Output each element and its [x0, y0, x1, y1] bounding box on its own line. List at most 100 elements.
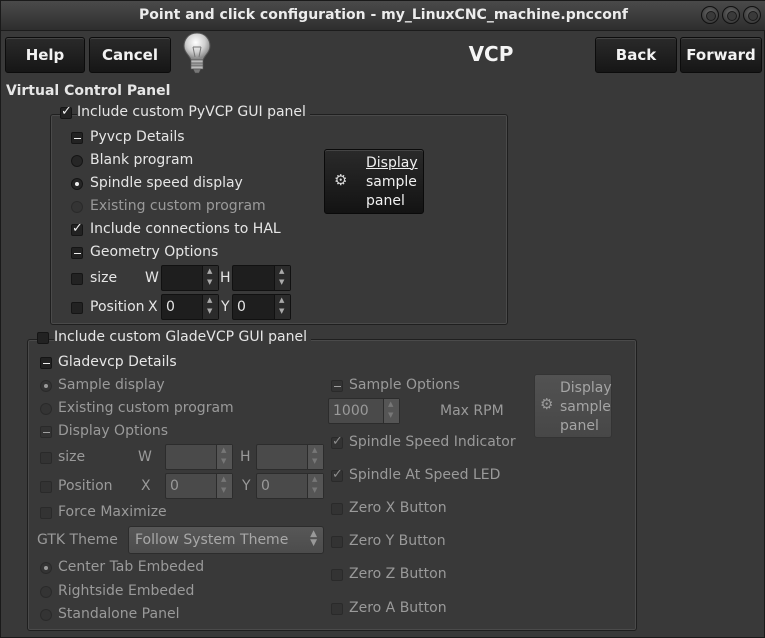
pyvcp-display-sample-button[interactable]: ⚙ Display sample panel [324, 149, 424, 214]
pyvcp-details-label: Pyvcp Details [90, 129, 185, 145]
existing-custom-program-label: Existing custom program [90, 198, 266, 214]
sample-display-label: Sample display [58, 377, 165, 393]
standalone-panel-label: Standalone Panel [58, 606, 180, 622]
pyvcp-size-checkbox[interactable] [71, 273, 83, 285]
include-connections-checkbox[interactable] [71, 221, 83, 236]
glade-x-spinner[interactable]: 0 [165, 473, 233, 499]
back-button[interactable]: Back [595, 37, 677, 73]
force-maximize-label: Force Maximize [58, 504, 167, 520]
glade-x-label: X [141, 478, 151, 494]
include-gladevcp-checkbox[interactable] [37, 332, 49, 344]
spinner-arrows-icon[interactable] [274, 266, 290, 290]
gladevcp-details-label: Gladevcp Details [58, 354, 177, 370]
main-window: Point and click configuration - my_Linux… [0, 0, 765, 638]
pyvcp-display-line1: Display [366, 155, 418, 171]
zero-z-label: Zero Z Button [349, 566, 447, 582]
sample-display-radio[interactable] [40, 380, 52, 392]
pyvcp-position-label: Position [90, 299, 145, 315]
pyvcp-display-line2: sample [366, 174, 417, 190]
spindle-speed-indicator-checkbox[interactable] [331, 434, 343, 449]
spinner-arrows-icon[interactable] [307, 445, 323, 469]
title-bar[interactable]: Point and click configuration - my_Linux… [1, 1, 765, 31]
glade-x-value: 0 [170, 478, 179, 494]
spinner-arrows-icon[interactable] [383, 399, 399, 423]
gtk-theme-value: Follow System Theme [135, 532, 289, 548]
include-gladevcp-label: Include custom GladeVCP GUI panel [54, 329, 311, 345]
glade-display-sample-button[interactable]: ⚙ Display sample panel [534, 374, 612, 438]
glade-y-value: 0 [261, 478, 270, 494]
glade-position-checkbox[interactable] [40, 481, 52, 493]
zero-a-checkbox[interactable] [331, 603, 343, 615]
max-rpm-label: Max RPM [440, 403, 504, 419]
gears-icon: ⚙ [334, 171, 348, 189]
rightside-embeded-radio[interactable] [40, 586, 52, 598]
pyvcp-y-value: 0 [237, 299, 246, 315]
glade-height-spinner[interactable] [256, 444, 324, 470]
spindle-speed-display-label: Spindle speed display [90, 175, 243, 191]
glade-position-label: Position [58, 478, 113, 494]
pyvcp-x-value: 0 [166, 299, 175, 315]
force-maximize-checkbox[interactable] [40, 507, 52, 519]
pyvcp-position-checkbox[interactable] [71, 302, 83, 314]
spindle-at-speed-led-checkbox[interactable] [331, 467, 343, 482]
gladevcp-details-expander[interactable] [40, 357, 52, 369]
glade-width-spinner[interactable] [165, 444, 233, 470]
pyvcp-x-spinner[interactable]: 0 [161, 294, 219, 320]
spinner-arrows-icon[interactable] [202, 295, 218, 319]
pyvcp-height-spinner[interactable] [232, 265, 291, 291]
glade-existing-program-radio[interactable] [40, 403, 52, 415]
zero-z-checkbox[interactable] [331, 569, 343, 581]
sample-options-expander[interactable] [331, 380, 343, 392]
sample-options-label: Sample Options [349, 377, 460, 393]
spindle-speed-indicator-label: Spindle Speed Indicator [349, 434, 516, 450]
glade-h-label: H [240, 449, 251, 465]
display-options-label: Display Options [58, 423, 169, 439]
pyvcp-details-expander[interactable] [71, 132, 83, 144]
forward-button[interactable]: Forward [680, 37, 762, 73]
pyvcp-y-spinner[interactable]: 0 [232, 294, 291, 320]
lightbulb-icon [183, 32, 211, 74]
include-pyvcp-checkbox[interactable] [60, 104, 72, 119]
existing-custom-program-radio[interactable] [71, 201, 83, 213]
geometry-options-label: Geometry Options [90, 244, 219, 260]
spinner-arrows-icon[interactable] [216, 445, 232, 469]
zero-y-checkbox[interactable] [331, 536, 343, 548]
pyvcp-width-spinner[interactable] [161, 265, 219, 291]
spinner-arrows-icon[interactable] [274, 295, 290, 319]
cancel-button[interactable]: Cancel [89, 37, 171, 73]
spindle-at-speed-led-label: Spindle At Speed LED [349, 467, 501, 483]
maximize-icon[interactable] [722, 6, 740, 24]
spindle-speed-display-radio[interactable] [71, 178, 83, 190]
glade-w-label: W [138, 449, 152, 465]
max-rpm-spinner[interactable]: 1000 [328, 398, 400, 424]
geometry-options-expander[interactable] [71, 247, 83, 259]
glade-display-line2: sample [560, 399, 611, 415]
glade-display-line3: panel [560, 418, 599, 434]
close-icon[interactable] [743, 6, 761, 24]
gtk-theme-select[interactable]: Follow System Theme ▲ ▼ [128, 526, 324, 554]
blank-program-radio[interactable] [71, 155, 83, 167]
pyvcp-w-label: W [145, 270, 159, 286]
pyvcp-display-line3: panel [366, 193, 405, 209]
spinner-arrows-icon[interactable] [202, 266, 218, 290]
display-options-expander[interactable] [40, 426, 52, 438]
glade-display-line1: Display [560, 380, 612, 396]
include-connections-label: Include connections to HAL [90, 221, 281, 237]
glade-y-spinner[interactable]: 0 [256, 473, 324, 499]
help-button[interactable]: Help [5, 37, 85, 73]
max-rpm-value: 1000 [333, 403, 369, 419]
window-title: Point and click configuration - my_Linux… [139, 7, 628, 23]
glade-y-label: Y [242, 478, 251, 494]
include-pyvcp-label: Include custom PyVCP GUI panel [77, 104, 310, 120]
zero-x-label: Zero X Button [349, 500, 447, 516]
minimize-icon[interactable] [701, 6, 719, 24]
blank-program-label: Blank program [90, 152, 194, 168]
center-tab-label: Center Tab Embeded [58, 559, 205, 575]
zero-x-checkbox[interactable] [331, 503, 343, 515]
spinner-arrows-icon[interactable] [307, 474, 323, 498]
center-tab-radio[interactable] [40, 562, 52, 574]
spinner-arrows-icon[interactable] [216, 474, 232, 498]
glade-size-checkbox[interactable] [40, 452, 52, 464]
zero-y-label: Zero Y Button [349, 533, 446, 549]
standalone-panel-radio[interactable] [40, 609, 52, 621]
